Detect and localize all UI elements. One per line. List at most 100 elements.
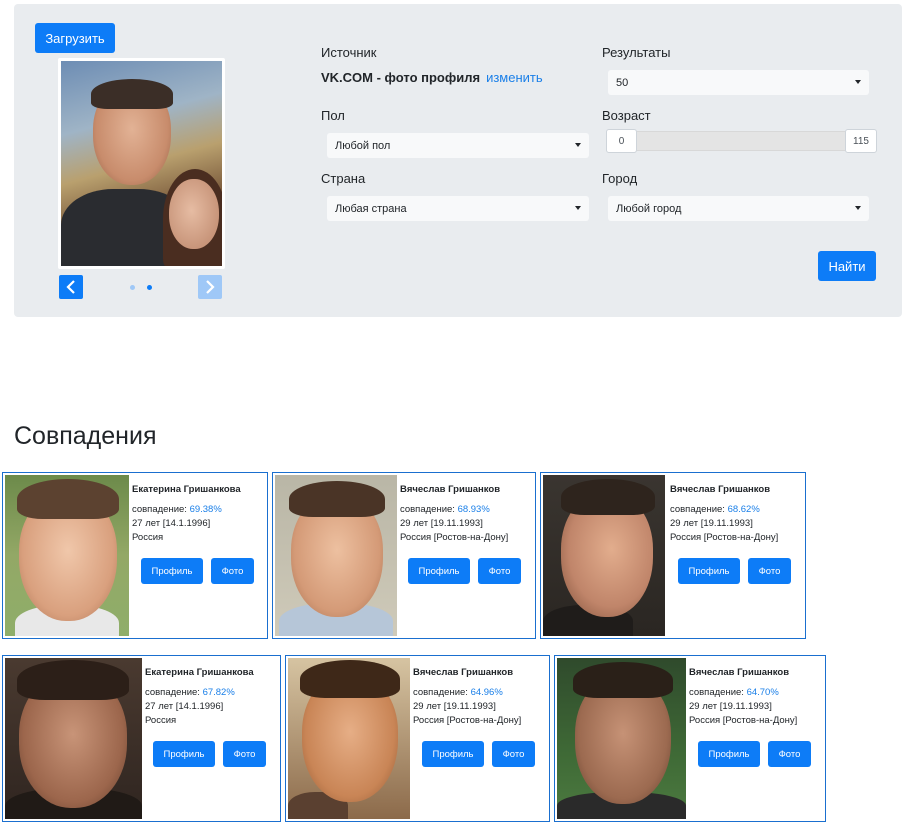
profile-button[interactable]: Профиль bbox=[153, 741, 215, 767]
match-name: Вячеслав Гришанков bbox=[400, 484, 501, 495]
match-age: 29 лет [19.11.1993] bbox=[670, 518, 753, 529]
match-score: совпадение: 68.62% bbox=[670, 503, 778, 517]
profile-button[interactable]: Профиль bbox=[408, 558, 470, 584]
match-info: Вячеслав Гришанков совпадение: 64.96% 29… bbox=[413, 666, 521, 728]
photo-button[interactable]: Фото bbox=[211, 558, 254, 584]
caret-down-icon bbox=[575, 206, 581, 210]
source-change-link[interactable]: изменить bbox=[486, 70, 543, 85]
match-prefix: совпадение: bbox=[400, 504, 455, 515]
match-value: 69.38% bbox=[189, 504, 222, 515]
match-photo[interactable] bbox=[557, 658, 686, 819]
match-prefix: совпадение: bbox=[145, 687, 200, 698]
match-info: Екатерина Гришанкова совпадение: 69.38% … bbox=[132, 483, 241, 545]
match-photo[interactable] bbox=[543, 475, 665, 636]
source-label: Источник bbox=[321, 45, 377, 60]
match-location: Россия bbox=[132, 532, 164, 543]
match-score: совпадение: 64.96% bbox=[413, 686, 521, 700]
photo-button[interactable]: Фото bbox=[478, 558, 521, 584]
upload-button[interactable]: Загрузить bbox=[35, 23, 115, 53]
results-select-value: 50 bbox=[616, 76, 629, 89]
match-value: 68.62% bbox=[727, 504, 760, 515]
match-info: Вячеслав Гришанков совпадение: 64.70% 29… bbox=[689, 666, 797, 728]
match-name: Вячеслав Гришанков bbox=[670, 484, 771, 495]
match-card: Екатерина Гришанкова совпадение: 67.82% … bbox=[2, 655, 281, 822]
match-age: 27 лет [14.1.1996] bbox=[145, 701, 224, 712]
match-name: Вячеслав Гришанков bbox=[689, 667, 790, 678]
match-location: Россия [Ростов-на-Дону] bbox=[400, 532, 509, 543]
match-age: 29 лет [19.11.1993] bbox=[689, 701, 772, 712]
match-age: 29 лет [19.11.1993] bbox=[413, 701, 496, 712]
caret-down-icon bbox=[575, 143, 581, 147]
profile-button[interactable]: Профиль bbox=[678, 558, 740, 584]
match-photo[interactable] bbox=[288, 658, 410, 819]
match-photo[interactable] bbox=[275, 475, 397, 636]
carousel-prev-button[interactable] bbox=[59, 275, 83, 299]
chevron-left-icon bbox=[66, 280, 75, 294]
match-prefix: совпадение: bbox=[689, 687, 744, 698]
age-range-slider[interactable] bbox=[637, 131, 845, 151]
photo-button[interactable]: Фото bbox=[492, 741, 535, 767]
search-panel: Загрузить Источник VK.COM - фото профиля… bbox=[14, 4, 902, 317]
match-location: Россия [Ростов-на-Дону] bbox=[689, 715, 798, 726]
country-select-value: Любая страна bbox=[335, 202, 407, 215]
match-card: Вячеслав Гришанков совпадение: 64.96% 29… bbox=[285, 655, 550, 822]
chevron-right-icon bbox=[206, 280, 215, 294]
match-age: 27 лет [14.1.1996] bbox=[132, 518, 211, 529]
match-info: Вячеслав Гришанков совпадение: 68.93% 29… bbox=[400, 483, 508, 545]
match-location: Россия [Ростов-на-Дону] bbox=[670, 532, 779, 543]
matches-heading: Совпадения bbox=[14, 422, 157, 450]
carousel-dots bbox=[130, 285, 152, 290]
match-value: 64.96% bbox=[470, 687, 503, 698]
find-button[interactable]: Найти bbox=[818, 251, 876, 281]
carousel-dot-active[interactable] bbox=[147, 285, 152, 290]
city-select-value: Любой город bbox=[616, 202, 682, 215]
match-prefix: совпадение: bbox=[670, 504, 725, 515]
match-name: Екатерина Гришанкова bbox=[132, 484, 241, 495]
caret-down-icon bbox=[855, 206, 861, 210]
source-value-text: VK.COM - фото профиля bbox=[321, 70, 481, 85]
match-location: Россия [Ростов-на-Дону] bbox=[413, 715, 522, 726]
match-photo[interactable] bbox=[5, 475, 129, 636]
match-score: совпадение: 69.38% bbox=[132, 503, 241, 517]
country-select[interactable]: Любая страна bbox=[327, 196, 589, 221]
photo-button[interactable]: Фото bbox=[223, 741, 266, 767]
match-info: Екатерина Гришанкова совпадение: 67.82% … bbox=[145, 666, 254, 728]
match-score: совпадение: 64.70% bbox=[689, 686, 797, 700]
match-card: Вячеслав Гришанков совпадение: 64.70% 29… bbox=[554, 655, 826, 822]
match-prefix: совпадение: bbox=[132, 504, 187, 515]
photo-button[interactable]: Фото bbox=[768, 741, 811, 767]
photo-button[interactable]: Фото bbox=[748, 558, 791, 584]
age-label: Возраст bbox=[602, 108, 651, 123]
match-score: совпадение: 68.93% bbox=[400, 503, 508, 517]
gender-select-value: Любой пол bbox=[335, 139, 391, 152]
age-max-input[interactable]: 115 bbox=[845, 129, 877, 153]
gender-label: Пол bbox=[321, 108, 345, 123]
caret-down-icon bbox=[855, 80, 861, 84]
match-info: Вячеслав Гришанков совпадение: 68.62% 29… bbox=[670, 483, 778, 545]
query-photo bbox=[61, 61, 222, 266]
gender-select[interactable]: Любой пол bbox=[327, 133, 589, 158]
match-value: 68.93% bbox=[457, 504, 490, 515]
match-name: Екатерина Гришанкова bbox=[145, 667, 254, 678]
source-value: VK.COM - фото профиля изменить bbox=[321, 70, 543, 85]
profile-button[interactable]: Профиль bbox=[422, 741, 484, 767]
results-label: Результаты bbox=[602, 45, 671, 60]
match-location: Россия bbox=[145, 715, 177, 726]
match-value: 67.82% bbox=[202, 687, 235, 698]
carousel-next-button[interactable] bbox=[198, 275, 222, 299]
profile-button[interactable]: Профиль bbox=[698, 741, 760, 767]
country-label: Страна bbox=[321, 171, 366, 186]
results-select[interactable]: 50 bbox=[608, 70, 869, 95]
match-card: Вячеслав Гришанков совпадение: 68.62% 29… bbox=[540, 472, 806, 639]
age-min-input[interactable]: 0 bbox=[606, 129, 637, 153]
query-photo-frame bbox=[58, 58, 225, 269]
match-card: Вячеслав Гришанков совпадение: 68.93% 29… bbox=[272, 472, 536, 639]
profile-button[interactable]: Профиль bbox=[141, 558, 203, 584]
match-value: 64.70% bbox=[746, 687, 779, 698]
city-select[interactable]: Любой город bbox=[608, 196, 869, 221]
match-card: Екатерина Гришанкова совпадение: 69.38% … bbox=[2, 472, 268, 639]
match-photo[interactable] bbox=[5, 658, 142, 819]
carousel-dot[interactable] bbox=[130, 285, 135, 290]
city-label: Город bbox=[602, 171, 638, 186]
match-name: Вячеслав Гришанков bbox=[413, 667, 514, 678]
